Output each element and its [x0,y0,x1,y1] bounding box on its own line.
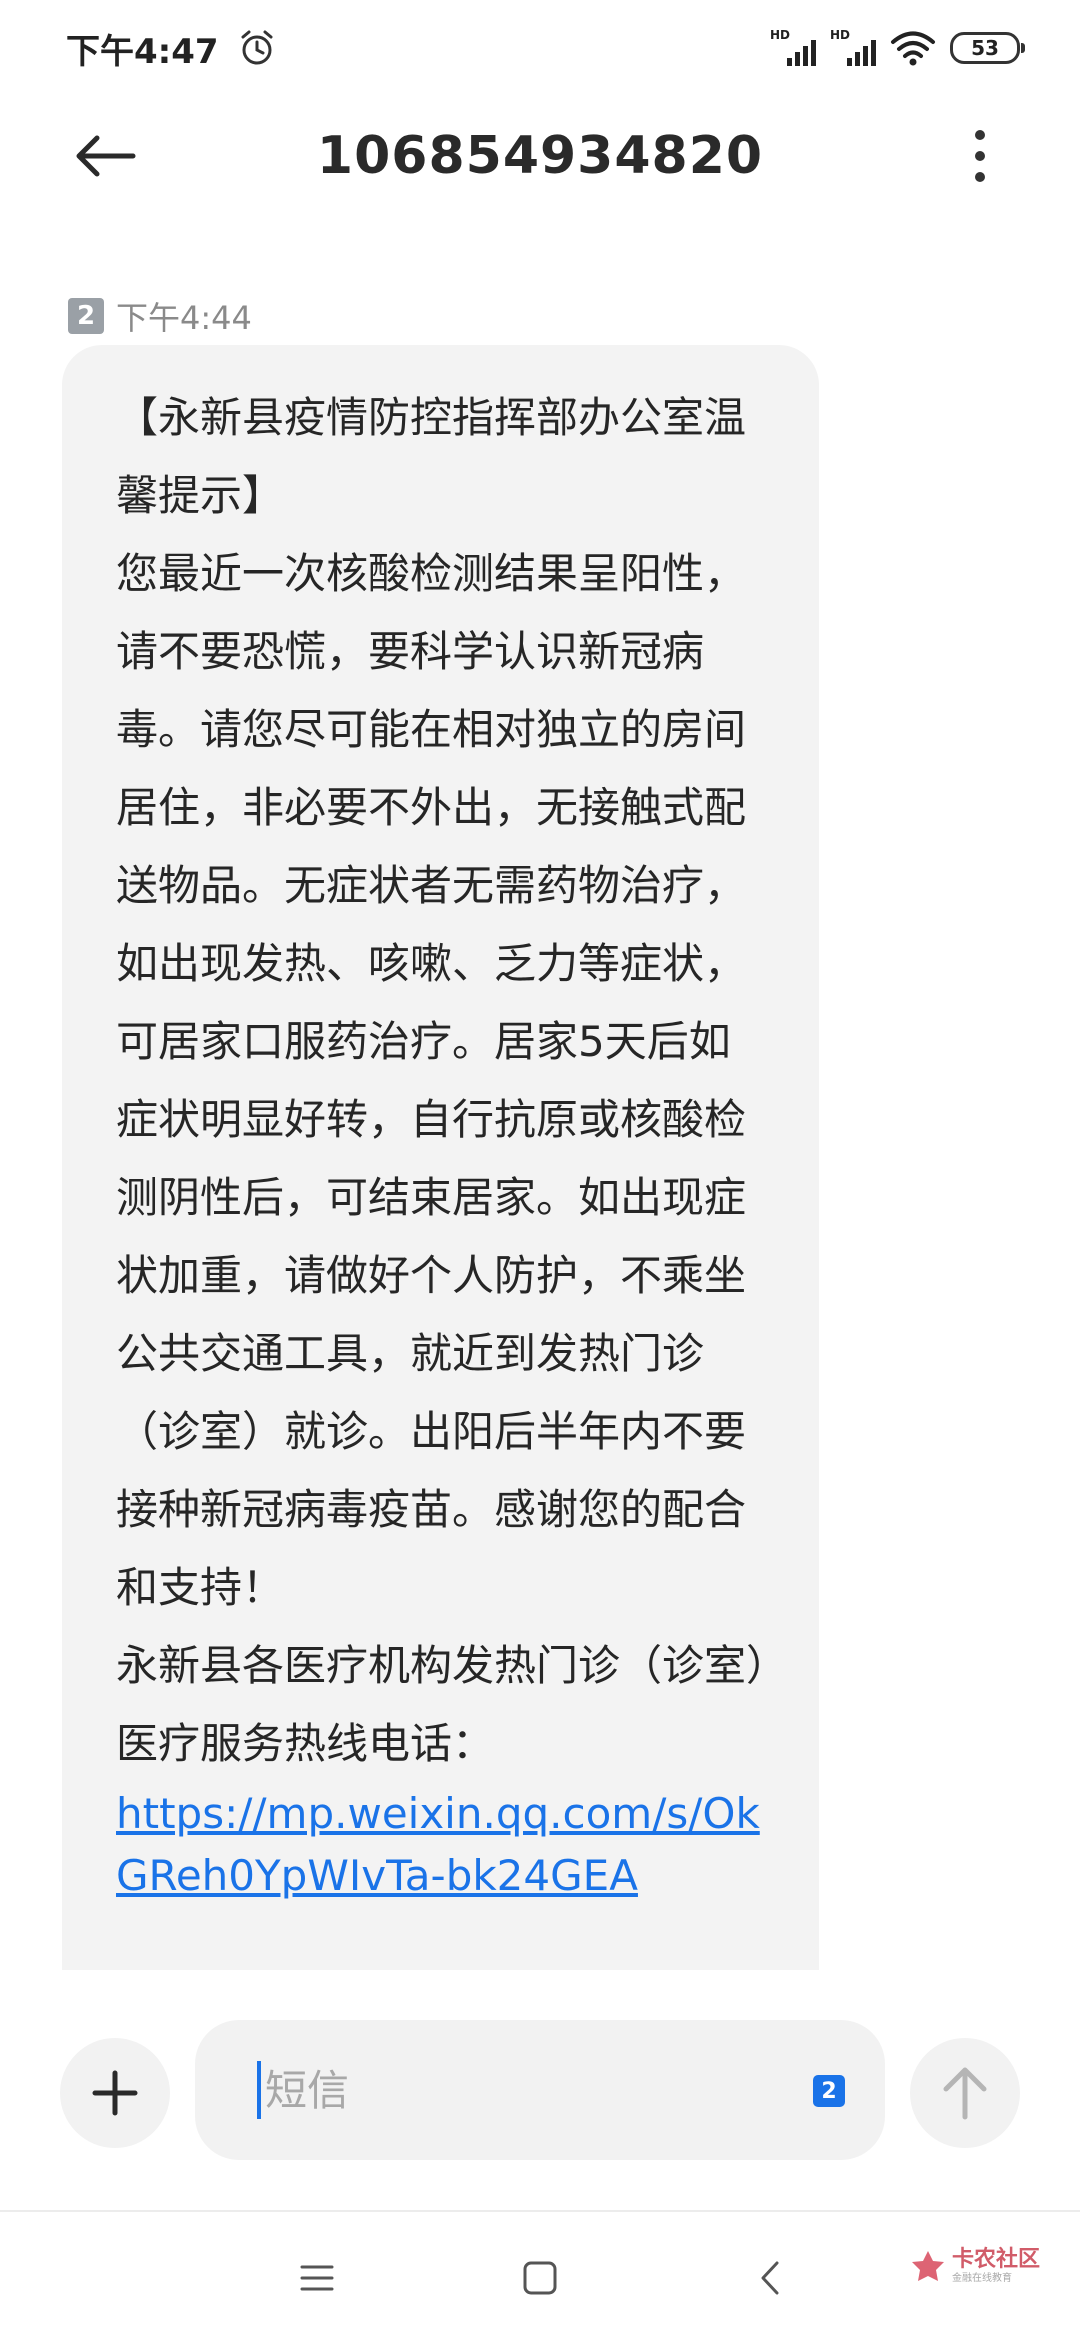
status-time: 下午4:47 [66,31,219,72]
message-meta: 2 下午4:44 [68,296,252,337]
back-button[interactable] [70,124,140,188]
plus-icon [92,2070,138,2116]
add-attachment-button[interactable] [60,2038,170,2148]
sim-select-badge[interactable]: 2 [813,2075,845,2107]
more-dot-icon [975,151,985,161]
message-timestamp: 下午4:44 [116,299,252,337]
status-bar: 下午4:47 HD HD 53 [0,0,1080,96]
sim-slot-badge: 2 [68,298,104,334]
watermark-logo-icon [911,2251,944,2281]
more-options-button[interactable] [960,126,1000,186]
arrow-up-icon [943,2067,987,2120]
menu-icon [300,2265,334,2291]
nav-home-button[interactable] [515,2258,565,2298]
more-dot-icon [975,130,985,140]
sms-input-box[interactable]: 2 [195,2020,885,2160]
signal-strength-icon-2: HD [830,28,876,66]
status-icons: HD HD 53 [770,28,1025,67]
more-dot-icon [975,172,985,182]
message-link[interactable]: https://mp.weixin.qq.com/s/OkGReh0YpWIvT… [116,1783,769,1907]
arrow-left-icon [76,135,136,177]
message-bubble[interactable]: 【永新县疫情防控指挥部办公室温馨提示】 您最近一次核酸检测结果呈阳性，请不要恐慌… [62,345,819,1970]
battery-indicator: 53 [950,32,1025,64]
composer: 2 [0,2020,1080,2170]
square-home-icon [523,2261,557,2295]
signal-strength-icon: HD [770,28,816,66]
battery-level: 53 [971,36,999,60]
chevron-left-icon [761,2261,779,2295]
message-body: 【永新县疫情防控指挥部办公室温馨提示】 您最近一次核酸检测结果呈阳性，请不要恐慌… [116,393,768,1768]
watermark-subtitle: 金融在线教育 [951,2272,1012,2284]
alarm-clock-icon [241,30,273,65]
nav-recents-button[interactable] [292,2258,342,2298]
sms-input[interactable] [263,2064,743,2116]
watermark: 卡农社区 金融在线教育 [910,2248,1040,2284]
contact-number: 106854934820 [316,126,764,186]
send-button[interactable] [910,2038,1020,2148]
text-caret [257,2061,261,2119]
watermark-title: 卡农社区 [951,2246,1040,2272]
wifi-icon [891,31,935,66]
nav-back-button[interactable] [745,2258,795,2298]
conversation-header: 106854934820 [0,96,1080,216]
